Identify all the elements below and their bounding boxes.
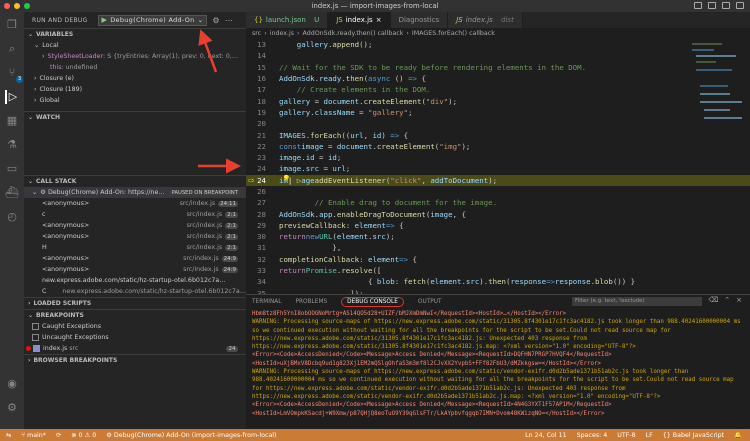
annotation-arrow	[198, 29, 218, 73]
annotation-overlay	[198, 29, 241, 174]
